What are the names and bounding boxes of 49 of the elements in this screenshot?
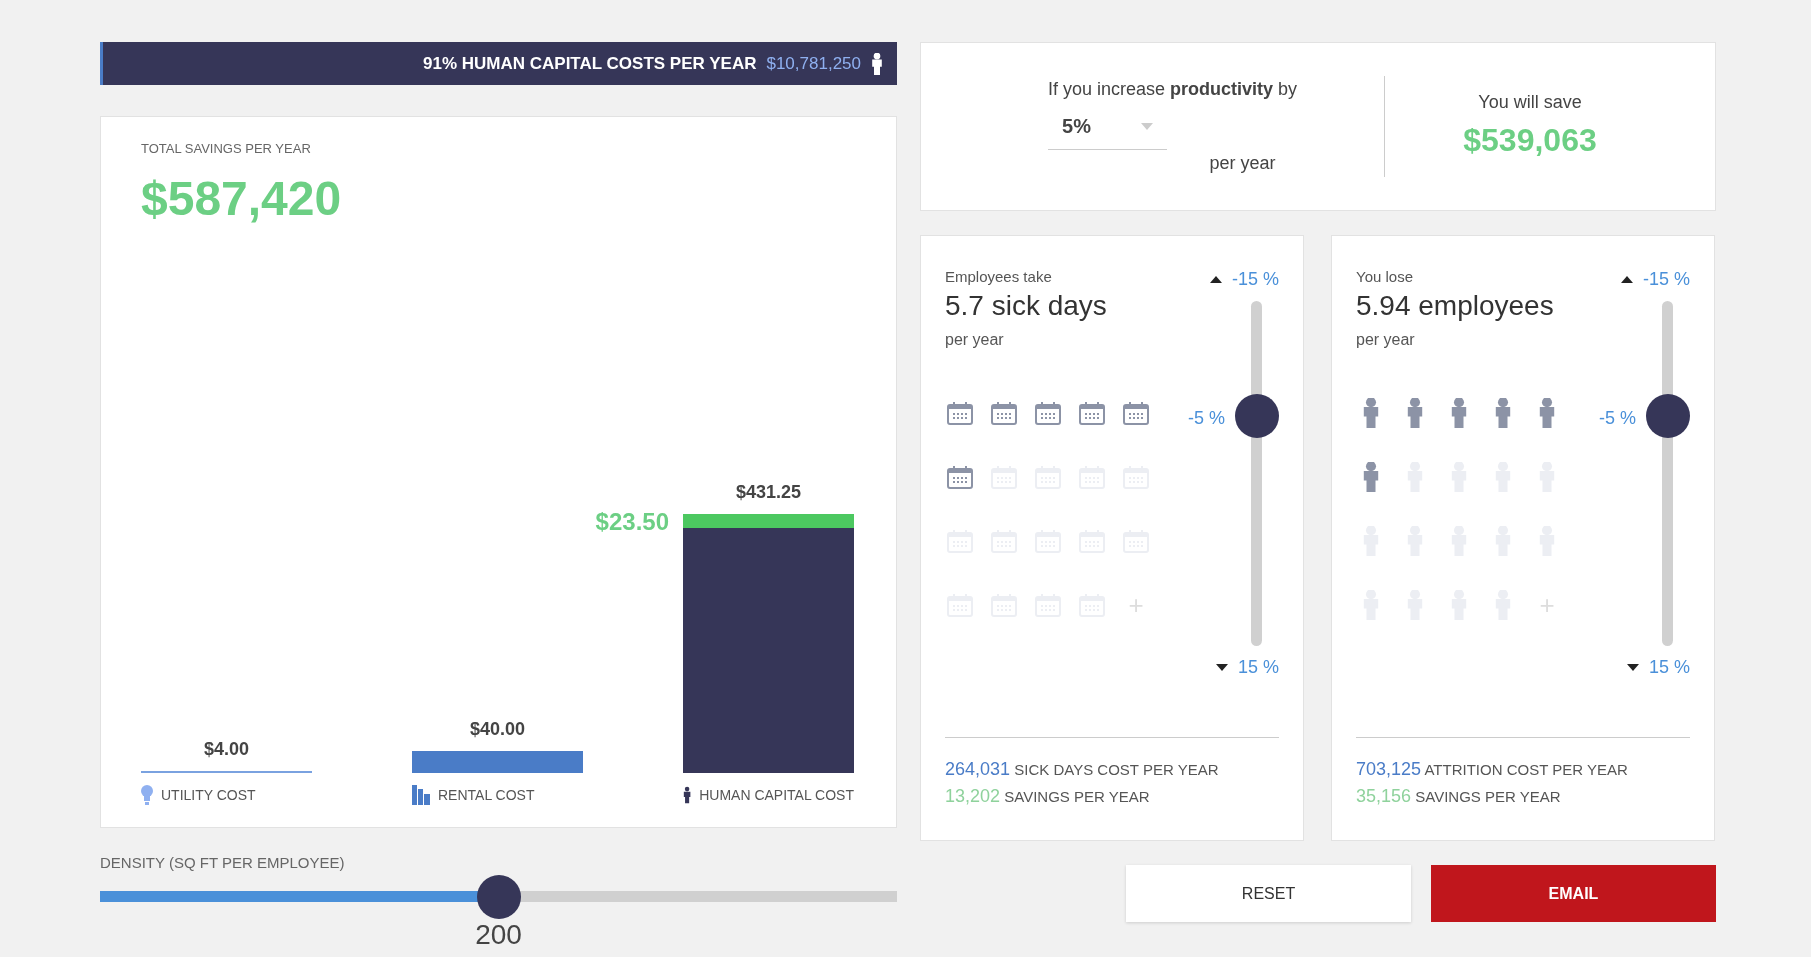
lightbulb-icon (141, 785, 153, 805)
bar-value: $40.00 (469, 718, 526, 741)
bar-value: $4.00 (203, 738, 249, 761)
metric-value: 5.7 sick days (945, 288, 1108, 323)
density-value: 200 (475, 918, 522, 950)
banner-amount: $10,781,250 (766, 52, 861, 75)
slider-current-label: -5 % (1599, 406, 1636, 430)
savings-label: SAVINGS PER YEAR (1415, 788, 1561, 805)
percent-dropdown[interactable]: 5% (1048, 103, 1167, 150)
slider-min-label: 15 % (1648, 656, 1690, 679)
cost-label: SICK DAYS COST PER YEAR (1014, 761, 1219, 778)
reset-button[interactable]: RESET (1126, 865, 1411, 922)
slider-max-label: -15 % (1231, 268, 1279, 291)
legend-label: UTILITY COST (161, 785, 256, 805)
slider-max-label: -15 % (1642, 268, 1690, 291)
building-icon (412, 785, 430, 805)
result-label: You will save (1478, 91, 1582, 114)
cost-label: ATTRITION COST PER YEAR (1424, 761, 1628, 778)
cost-value: 703,125 (1356, 759, 1422, 779)
productivity-question: If you increase productivity by (1047, 78, 1298, 101)
savings-value: 13,202 (945, 786, 1001, 806)
density-slider[interactable] (100, 874, 897, 919)
per-year-label: per year (1209, 152, 1276, 175)
slider-min-label: 15 % (1237, 656, 1279, 679)
legend-label: HUMAN CAPITAL COST (699, 785, 854, 805)
metric-unit: per year (945, 330, 1005, 351)
down-arrow-icon (1215, 664, 1228, 671)
banner-title: 91% HUMAN CAPITAL COSTS PER YEAR (423, 52, 757, 75)
metric-unit: per year (1356, 330, 1416, 351)
savings-value: 35,156 (1356, 786, 1412, 806)
up-arrow-icon (1209, 276, 1222, 283)
savings-label: TOTAL SAVINGS PER YEAR (141, 140, 312, 158)
savings-label: SAVINGS PER YEAR (1004, 788, 1150, 805)
slider-current-label: -5 % (1188, 406, 1225, 430)
metric-intro: You lose (1356, 267, 1414, 287)
metric-intro: Employees take (945, 267, 1053, 287)
metric-value: 5.94 employees (1356, 288, 1555, 323)
legend-label: RENTAL COST (438, 785, 535, 805)
caret-icon (1140, 122, 1153, 130)
cost-value: 264,031 (945, 759, 1011, 779)
density-label: DENSITY (SQ FT PER EMPLOYEE) (100, 853, 346, 873)
down-arrow-icon (1626, 664, 1639, 671)
email-button[interactable]: EMAIL (1431, 865, 1716, 922)
savings-amount: $23.50 (595, 507, 669, 537)
up-arrow-icon (1620, 276, 1633, 283)
savings-value: $587,420 (141, 172, 343, 226)
bar-value: $431.25 (735, 481, 802, 504)
person-icon (871, 52, 883, 75)
result-value: $539,063 (1463, 121, 1597, 160)
